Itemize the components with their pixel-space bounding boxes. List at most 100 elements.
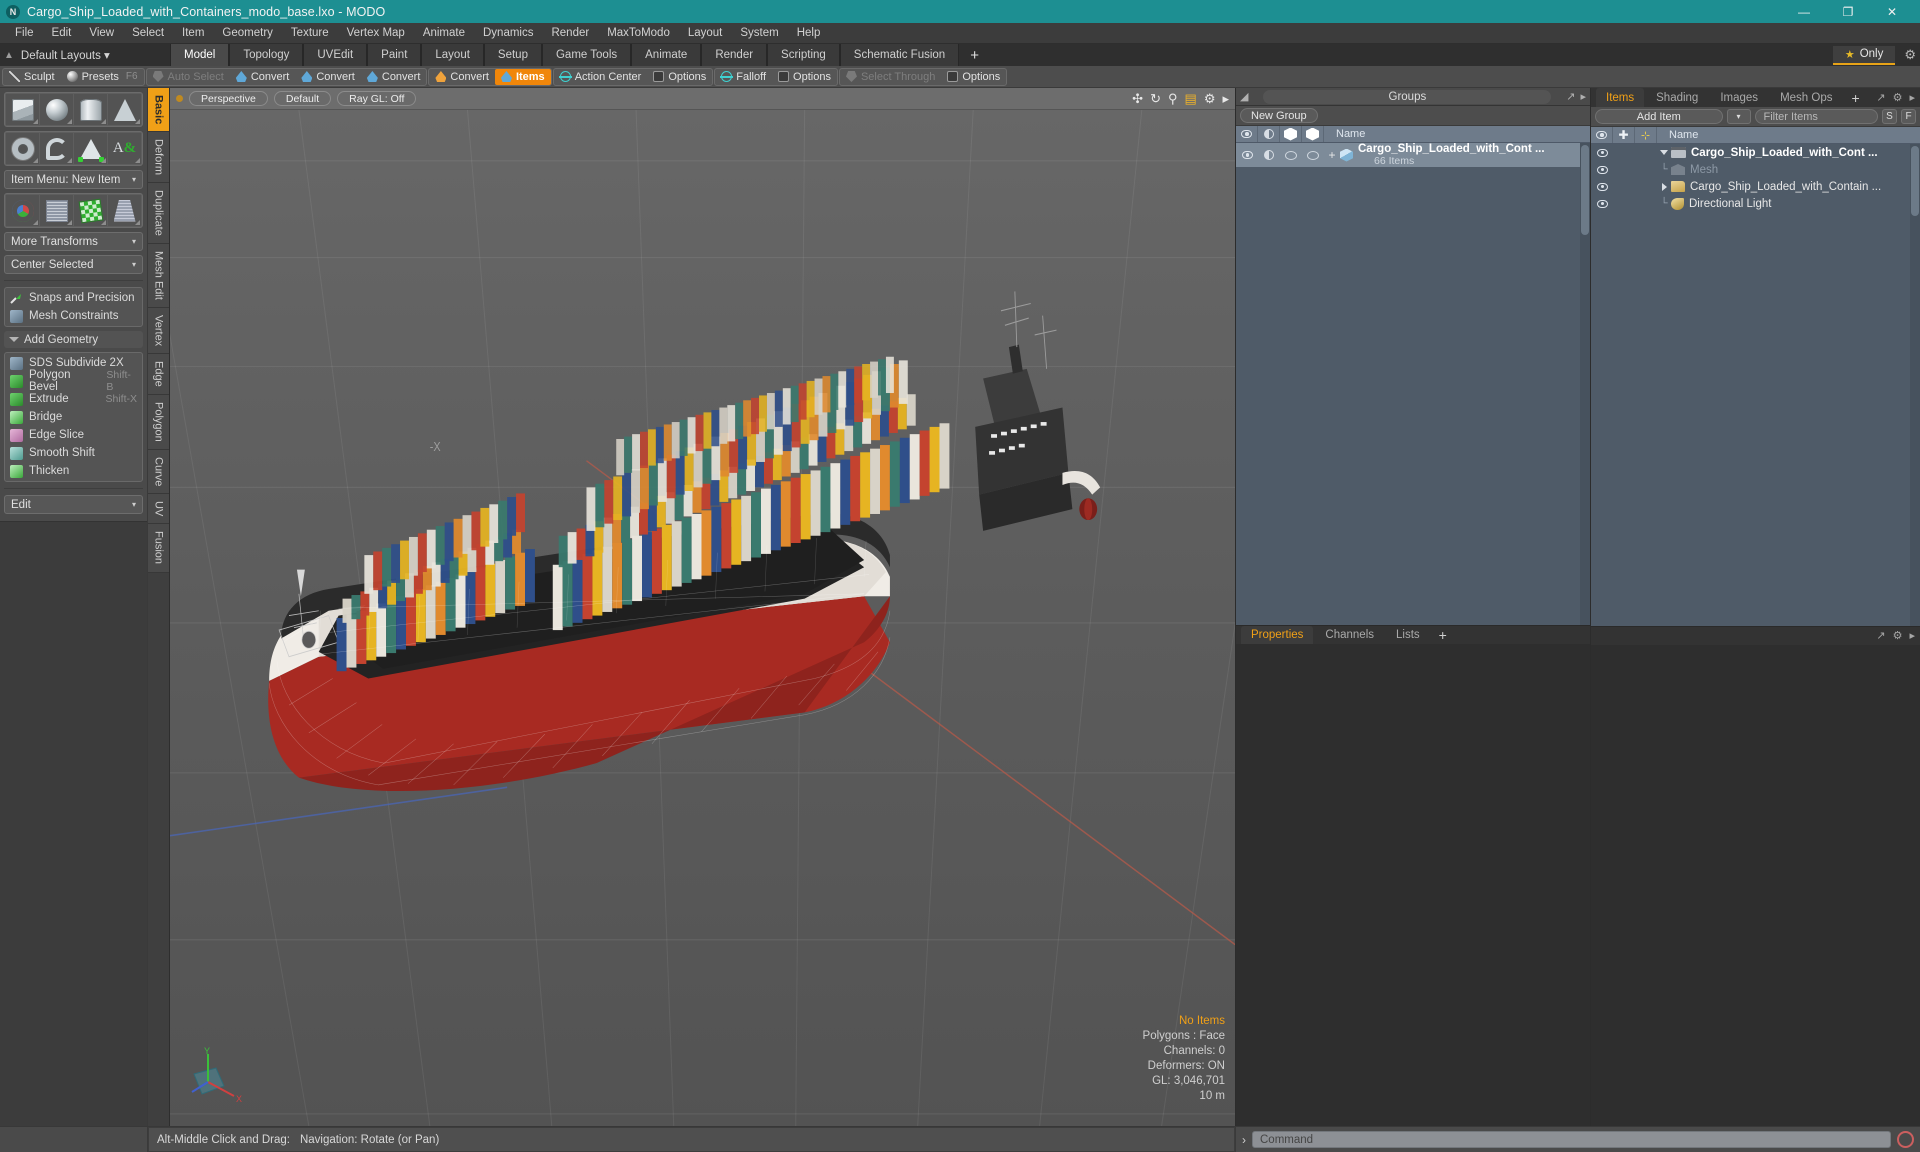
falloff-button[interactable]: Falloff [715, 69, 772, 85]
text-primitive-button[interactable]: A& [108, 133, 141, 164]
torus-primitive-button[interactable] [6, 133, 39, 164]
col-lock[interactable]: ✚ [1613, 127, 1635, 143]
filter-f-button[interactable]: F [1901, 109, 1916, 124]
menu-item-dynamics[interactable]: Dynamics [474, 25, 542, 41]
only-toggle-button[interactable]: ★ Only [1832, 45, 1896, 65]
item-row-mesh[interactable]: └ Mesh [1591, 161, 1920, 178]
filter-items-input[interactable]: Filter Items [1754, 109, 1878, 124]
vtab-deform[interactable]: Deform [148, 132, 169, 184]
new-group-button[interactable]: New Group [1240, 108, 1318, 123]
item-row-directional-light[interactable]: └ Directional Light [1591, 195, 1920, 212]
tab-layout[interactable]: Layout [421, 44, 484, 66]
smooth-shift-button[interactable]: Smooth Shift [6, 444, 141, 462]
minimize-button[interactable]: — [1782, 0, 1826, 23]
scrollbar-thumb[interactable] [1581, 145, 1589, 235]
menu-item-edit[interactable]: Edit [43, 25, 81, 41]
add-properties-tab-button[interactable]: + [1432, 626, 1454, 644]
add-items-tab-button[interactable]: + [1844, 88, 1866, 107]
tab-uvedit[interactable]: UVEdit [303, 44, 368, 66]
vtab-vertex[interactable]: Vertex [148, 308, 169, 355]
menu-item-animate[interactable]: Animate [414, 25, 474, 41]
chevron-right-icon[interactable]: ▸ [1909, 91, 1915, 104]
tab-mesh-ops[interactable]: Mesh Ops [1770, 88, 1842, 107]
row-visibility-toggle[interactable] [1236, 151, 1258, 159]
tab-game-tools[interactable]: Game Tools [541, 44, 632, 66]
mesh-constraints-button[interactable]: Mesh Constraints [6, 307, 141, 325]
vtab-basic[interactable]: Basic [148, 88, 169, 133]
gear-icon[interactable]: ⚙ [1893, 629, 1903, 642]
maximize-button[interactable]: ❐ [1826, 0, 1870, 23]
default-layouts-dropdown[interactable]: Default Layouts ▾ [21, 48, 110, 62]
col-visibility[interactable] [1591, 127, 1613, 143]
tab-model[interactable]: Model [170, 44, 230, 66]
action-center-options-button[interactable]: Options [647, 69, 712, 85]
edge-slice-button[interactable]: Edge Slice [6, 426, 141, 444]
convert-polygon-button[interactable]: Convert [361, 69, 427, 85]
filter-s-button[interactable]: S [1882, 109, 1897, 124]
vtab-duplicate[interactable]: Duplicate [148, 183, 169, 245]
3d-viewport-canvas[interactable]: -X No Items Polygons: Face Channels: 0 … [170, 110, 1235, 1126]
tab-schematic-fusion[interactable]: Schematic Fusion [839, 44, 960, 66]
shading-mode-button[interactable]: Default [273, 91, 332, 106]
expand-icon[interactable]: ↗ [1876, 629, 1885, 642]
center-selected-dropdown[interactable]: Center Selected ▾ [4, 255, 143, 274]
snaps-and-precision-button[interactable]: Snaps and Precision [6, 289, 141, 307]
item-row-scene-root[interactable]: Cargo_Ship_Loaded_with_Cont ... [1591, 144, 1920, 161]
col-cube-a[interactable] [1280, 126, 1302, 142]
cube-primitive-button[interactable] [6, 94, 39, 125]
row-visibility-toggle[interactable] [1591, 182, 1613, 191]
smooth-tool-button[interactable] [74, 195, 107, 226]
menu-item-view[interactable]: View [80, 25, 123, 41]
row-cube-b-toggle[interactable] [1302, 150, 1324, 160]
select-through-button[interactable]: Select Through [840, 69, 941, 85]
bend-tool-button[interactable] [40, 195, 73, 226]
thicken-button[interactable]: Thicken [6, 462, 141, 480]
tab-properties[interactable]: Properties [1241, 626, 1314, 644]
presets-button[interactable]: Presets F6 [61, 69, 144, 85]
add-item-caret[interactable]: ▾ [1726, 109, 1751, 124]
vtab-polygon[interactable]: Polygon [148, 395, 169, 450]
view-mode-button[interactable]: Perspective [189, 91, 268, 106]
col-cube-b[interactable] [1302, 126, 1324, 142]
close-button[interactable]: ✕ [1870, 0, 1914, 23]
tab-scripting[interactable]: Scripting [767, 44, 840, 66]
record-icon[interactable] [1897, 1131, 1914, 1148]
gear-icon[interactable]: ⚙ [1204, 91, 1216, 107]
select-through-options-button[interactable]: Options [941, 69, 1006, 85]
add-item-button[interactable]: Add Item [1595, 109, 1723, 124]
menu-item-help[interactable]: Help [788, 25, 830, 41]
cone-primitive-button[interactable] [108, 94, 141, 125]
collapse-up-icon[interactable]: ▲ [4, 50, 14, 61]
expand-icon[interactable]: ↗ [1566, 90, 1575, 103]
tab-images[interactable]: Images [1710, 88, 1768, 107]
menu-item-vertex-map[interactable]: Vertex Map [338, 25, 414, 41]
chevron-right-icon[interactable]: ▸ [1222, 91, 1229, 107]
items-list-body[interactable]: Cargo_Ship_Loaded_with_Cont ... └ Mesh C… [1591, 144, 1920, 626]
tab-animate[interactable]: Animate [631, 44, 702, 66]
row-visibility-toggle[interactable] [1591, 165, 1613, 174]
scrollbar-thumb[interactable] [1911, 146, 1919, 216]
fit-icon[interactable]: ▤ [1185, 91, 1197, 107]
items-scrollbar[interactable] [1910, 144, 1920, 626]
tab-shading[interactable]: Shading [1646, 88, 1708, 107]
convert-material-button[interactable]: Convert [429, 69, 495, 85]
tab-items[interactable]: Items [1596, 88, 1645, 107]
vtab-curve[interactable]: Curve [148, 449, 169, 495]
move-icon[interactable]: ✣ [1132, 91, 1143, 107]
row-render-toggle[interactable] [1258, 150, 1280, 160]
menu-item-geometry[interactable]: Geometry [213, 25, 282, 41]
tab-setup[interactable]: Setup [483, 44, 542, 66]
tab-render[interactable]: Render [701, 44, 768, 66]
gear-icon[interactable]: ⚙ [1893, 91, 1903, 104]
add-layout-tab-button[interactable]: + [959, 44, 990, 66]
taper-tool-button[interactable] [108, 195, 141, 226]
item-row-cargo-mesh[interactable]: Cargo_Ship_Loaded_with_Contain ... [1591, 178, 1920, 195]
menu-item-system[interactable]: System [731, 25, 787, 41]
convert-vertex-button[interactable]: Convert [230, 69, 296, 85]
tab-channels[interactable]: Channels [1315, 626, 1384, 644]
action-center-button[interactable]: Action Center [554, 69, 648, 85]
viewport-pin-icon[interactable] [176, 95, 183, 102]
sphere-primitive-button[interactable] [40, 94, 73, 125]
twisty-right[interactable] [1657, 182, 1671, 191]
row-visibility-toggle[interactable] [1591, 199, 1613, 208]
